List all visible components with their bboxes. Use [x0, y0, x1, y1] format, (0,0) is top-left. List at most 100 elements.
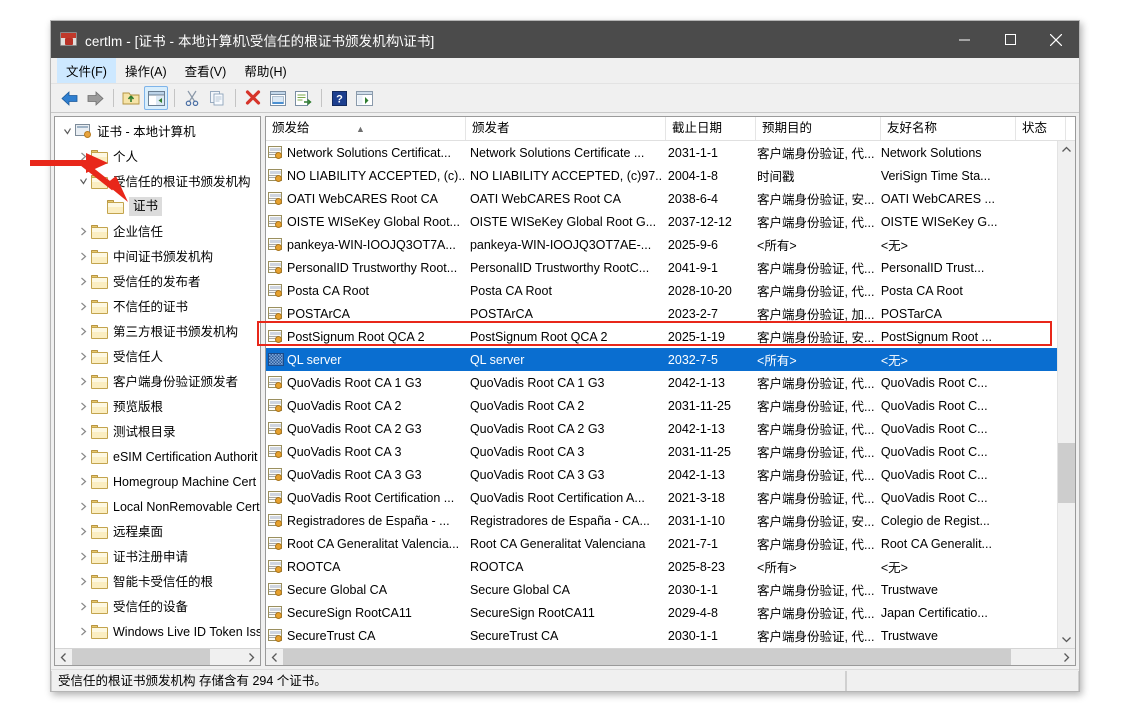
table-row[interactable]: QuoVadis Root CA 3 G3 QuoVadis Root CA 3… [266, 463, 1058, 486]
listview-horizontal-scrollbar[interactable] [266, 648, 1075, 665]
chevron-right-icon[interactable] [75, 274, 91, 290]
table-row[interactable]: Registradores de España - ... Registrado… [266, 509, 1058, 532]
chevron-right-icon[interactable] [75, 374, 91, 390]
table-row[interactable]: Root CA Generalitat Valencia... Root CA … [266, 532, 1058, 555]
sidebar-item-trusted-people[interactable]: 受信任人 [55, 344, 260, 369]
table-row[interactable]: OATI WebCARES Root CA OATI WebCARES Root… [266, 187, 1058, 210]
table-row[interactable]: Security Communication EV ... Security C… [266, 647, 1058, 648]
show-hide-tree-icon[interactable] [144, 86, 168, 110]
chevron-right-icon[interactable] [75, 324, 91, 340]
column-header-friendly-name[interactable]: 友好名称 [881, 117, 1016, 140]
sidebar-item-local-nonremovable-certificates[interactable]: Local NonRemovable Cert [55, 494, 260, 519]
chevron-right-icon[interactable] [75, 399, 91, 415]
menu-help[interactable]: 帮助(H) [235, 58, 295, 83]
sidebar-item-third-party-root-ca[interactable]: 第三方根证书颁发机构 [55, 319, 260, 344]
cut-icon[interactable] [180, 86, 204, 110]
table-row[interactable]: QuoVadis Root Certification ... QuoVadis… [266, 486, 1058, 509]
table-row[interactable]: QuoVadis Root CA 2 G3 QuoVadis Root CA 2… [266, 417, 1058, 440]
table-row[interactable]: SecureSign RootCA11 SecureSign RootCA11 … [266, 601, 1058, 624]
sidebar-item-smart-card-trusted-roots[interactable]: 智能卡受信任的根 [55, 569, 260, 594]
scroll-left-icon[interactable] [266, 649, 283, 665]
table-row[interactable]: QuoVadis Root CA 1 G3 QuoVadis Root CA 1… [266, 371, 1058, 394]
back-icon[interactable] [58, 86, 82, 110]
sidebar-item-preview-build-roots[interactable]: 预览版根 [55, 394, 260, 419]
menu-file[interactable]: 文件(F) [57, 58, 116, 83]
sidebar-item-test-roots[interactable]: 测试根目录 [55, 419, 260, 444]
scroll-down-icon[interactable] [1058, 631, 1075, 648]
vscroll-thumb[interactable] [1058, 443, 1075, 503]
sidebar-item-certificate-enrollment-requests[interactable]: 证书注册申请 [55, 544, 260, 569]
table-row[interactable]: pankeya-WIN-IOOJQ3OT7A... pankeya-WIN-IO… [266, 233, 1058, 256]
scroll-right-icon[interactable] [243, 649, 260, 665]
sidebar-item-remote-desktop[interactable]: 远程桌面 [55, 519, 260, 544]
vscroll-track[interactable] [1058, 158, 1075, 631]
sidebar-item-personal[interactable]: 个人 [55, 144, 260, 169]
chevron-right-icon[interactable] [75, 574, 91, 590]
table-row[interactable]: Network Solutions Certificat... Network … [266, 141, 1058, 164]
chevron-right-icon[interactable] [75, 624, 91, 640]
table-row[interactable]: SecureTrust CA SecureTrust CA 2030-1-1 客… [266, 624, 1058, 647]
folder-up-icon[interactable] [119, 86, 143, 110]
sidebar-item-intermediate-ca[interactable]: 中间证书颁发机构 [55, 244, 260, 269]
lv-hscroll-track[interactable] [283, 649, 1058, 665]
sidebar-item-client-auth-issuers[interactable]: 客户端身份验证颁发者 [55, 369, 260, 394]
chevron-right-icon[interactable] [75, 249, 91, 265]
table-row[interactable]: Secure Global CA Secure Global CA 2030-1… [266, 578, 1058, 601]
copy-icon[interactable] [205, 86, 229, 110]
console-tree[interactable]: 证书 - 本地计算机 个人 受信任的根证书颁发机构 证书 企业信任 中间证书颁发… [55, 117, 260, 648]
chevron-right-icon[interactable] [75, 299, 91, 315]
window-titlebar[interactable]: certlm - [证书 - 本地计算机\受信任的根证书颁发机构\证书] [51, 21, 1079, 58]
chevron-right-icon[interactable] [75, 449, 91, 465]
sidebar-item-trusted-root-ca[interactable]: 受信任的根证书颁发机构 [55, 169, 260, 194]
table-row[interactable]: PersonalID Trustworthy Root... PersonalI… [266, 256, 1058, 279]
chevron-right-icon[interactable] [75, 349, 91, 365]
maximize-button[interactable] [987, 21, 1033, 58]
chevron-right-icon[interactable] [75, 524, 91, 540]
properties-icon[interactable] [266, 86, 290, 110]
column-header-status[interactable]: 状态 [1016, 117, 1066, 140]
tree-horizontal-scrollbar[interactable] [55, 648, 260, 665]
sidebar-item-windows-server-update-services[interactable]: WindowsServerUpdateSer [55, 644, 260, 648]
sidebar-item-trusted-devices[interactable]: 受信任的设备 [55, 594, 260, 619]
tree-hscroll-track[interactable] [72, 649, 243, 665]
sidebar-item-esim-certification-authorities[interactable]: eSIM Certification Authorit [55, 444, 260, 469]
lv-hscroll-thumb[interactable] [283, 649, 1011, 665]
chevron-right-icon[interactable] [75, 599, 91, 615]
forward-icon[interactable] [83, 86, 107, 110]
column-header-expiration-date[interactable]: 截止日期 [666, 117, 756, 140]
chevron-right-icon[interactable] [75, 224, 91, 240]
sidebar-item-homegroup-machine-certificates[interactable]: Homegroup Machine Cert [55, 469, 260, 494]
close-button[interactable] [1033, 21, 1079, 58]
sidebar-item-certificates[interactable]: 证书 [55, 194, 260, 219]
column-header-issued-to[interactable]: 颁发给 ▲ [266, 117, 466, 140]
table-row[interactable]: Posta CA Root Posta CA Root 2028-10-20 客… [266, 279, 1058, 302]
chevron-right-icon[interactable] [75, 424, 91, 440]
delete-icon[interactable] [241, 86, 265, 110]
tree-hscroll-thumb[interactable] [72, 649, 210, 665]
table-row[interactable]: OISTE WISeKey Global Root... OISTE WISeK… [266, 210, 1058, 233]
table-row[interactable]: ROOTCA ROOTCA 2025-8-23 <所有> <无> [266, 555, 1058, 578]
chevron-right-icon[interactable] [75, 149, 91, 165]
table-row-selected[interactable]: QL server QL server 2032-7-5 <所有> <无> [266, 348, 1058, 371]
help-icon[interactable]: ? [327, 86, 351, 110]
chevron-down-icon[interactable] [75, 174, 91, 190]
chevron-right-icon[interactable] [75, 549, 91, 565]
sidebar-item-enterprise-trust[interactable]: 企业信任 [55, 219, 260, 244]
scroll-left-icon[interactable] [55, 649, 72, 665]
column-header-intended-purposes[interactable]: 预期目的 [756, 117, 881, 140]
sidebar-item-untrusted-certificates[interactable]: 不信任的证书 [55, 294, 260, 319]
table-row[interactable]: QuoVadis Root CA 3 QuoVadis Root CA 3 20… [266, 440, 1058, 463]
column-header-issued-by[interactable]: 颁发者 [466, 117, 666, 140]
chevron-down-icon[interactable] [59, 124, 75, 140]
window-pane-icon[interactable] [352, 86, 376, 110]
listview-vertical-scrollbar[interactable] [1057, 141, 1075, 648]
scroll-up-icon[interactable] [1058, 141, 1075, 158]
listview-body[interactable]: Network Solutions Certificat... Network … [266, 141, 1075, 648]
table-row[interactable]: QuoVadis Root CA 2 QuoVadis Root CA 2 20… [266, 394, 1058, 417]
sidebar-item-windows-live-id-token-issuer[interactable]: Windows Live ID Token Iss [55, 619, 260, 644]
menu-view[interactable]: 查看(V) [176, 58, 236, 83]
menu-action[interactable]: 操作(A) [116, 58, 176, 83]
scroll-right-icon[interactable] [1058, 649, 1075, 665]
chevron-right-icon[interactable] [75, 499, 91, 515]
table-row[interactable]: NO LIABILITY ACCEPTED, (c)... NO LIABILI… [266, 164, 1058, 187]
